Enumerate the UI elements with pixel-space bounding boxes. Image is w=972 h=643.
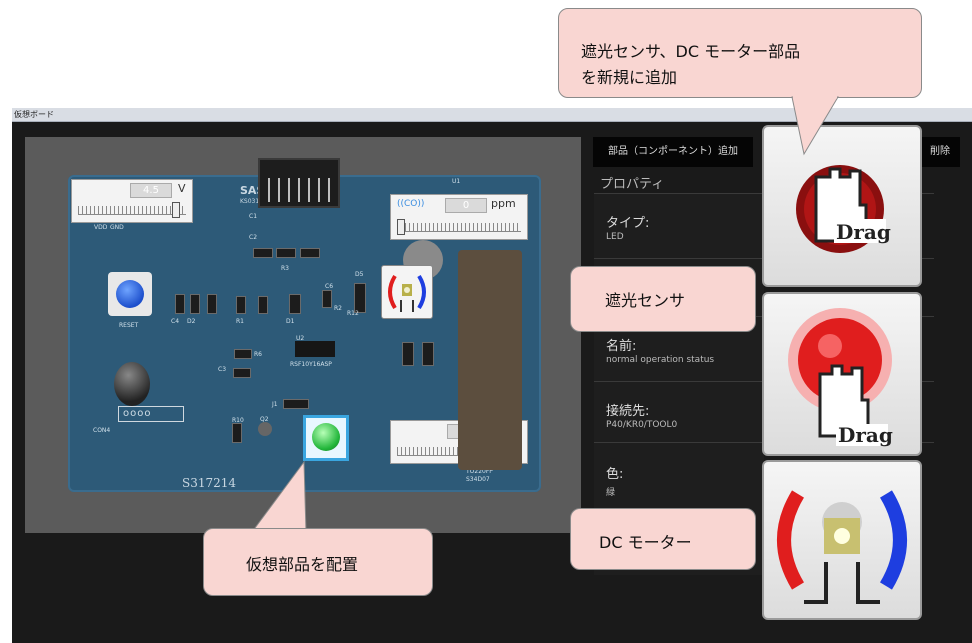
smd-part: [233, 368, 251, 378]
label-r12: R12: [347, 310, 359, 317]
label-j1: J1: [272, 401, 278, 408]
prop-value[interactable]: LED: [606, 232, 624, 242]
smd-part: [322, 290, 332, 308]
smd-part: [258, 296, 268, 314]
smd-part: [276, 248, 296, 258]
label-r2: R2: [334, 305, 342, 312]
co-slider-thumb[interactable]: [397, 219, 405, 235]
vdd-value[interactable]: 4.5: [130, 183, 172, 198]
label-s34d07: S34D07: [466, 476, 490, 483]
label-gnd: GND: [110, 224, 124, 231]
pin-header-connector: [258, 158, 340, 208]
label-r1: R1: [236, 318, 244, 325]
label-reset: RESET: [119, 322, 139, 329]
vdd-unit: V: [178, 182, 186, 195]
co-badge: ((CO)): [397, 199, 425, 209]
vdd-voltage-slider[interactable]: 4.5 V: [71, 179, 193, 223]
label-c2: C2: [249, 234, 258, 241]
label-c4: C4: [171, 318, 180, 325]
jumper-j1: [283, 399, 309, 409]
vdd-slider-track[interactable]: [78, 206, 186, 215]
smd-part: [289, 294, 301, 314]
dc-motor-icon: [777, 490, 907, 604]
prop-label: 接続先:: [606, 404, 650, 419]
label-d1: D1: [286, 318, 295, 325]
prop-label: 色:: [606, 467, 624, 482]
led-green-light[interactable]: [312, 423, 340, 451]
smd-part: [354, 283, 366, 313]
red-button-drag-icon: Drag: [788, 308, 893, 447]
smd-part: [232, 423, 242, 443]
co-unit: ppm: [491, 197, 516, 210]
prop-value[interactable]: P40/KR0/TOOL0: [606, 420, 677, 430]
drag-tile-light-sensor[interactable]: Drag: [762, 292, 922, 456]
label-r6: R6: [254, 351, 262, 358]
dc-motor-icon: [388, 274, 426, 312]
delete-button[interactable]: 削除: [920, 137, 960, 167]
label-c6: C6: [325, 283, 334, 290]
smd-part: [300, 248, 320, 258]
reset-button[interactable]: [116, 280, 144, 308]
smd-part: [422, 342, 434, 366]
transistor-q2: [258, 422, 272, 436]
label-vdd: VDD: [94, 224, 108, 231]
prop-label: タイプ:: [606, 216, 650, 231]
callout-pointer: [251, 460, 307, 533]
drag-tile-dc-motor[interactable]: [762, 460, 922, 620]
label-c3: C3: [218, 366, 227, 373]
label-q2: Q2: [260, 416, 269, 423]
co-sensor-slider[interactable]: ((CO)) 0 ppm: [390, 194, 528, 240]
drag-label: Drag: [838, 423, 893, 447]
prop-value[interactable]: 緑: [606, 485, 615, 498]
label-u1: U1: [452, 178, 461, 185]
properties-title: プロパティ: [600, 177, 665, 192]
large-capacitor: [458, 250, 522, 470]
electrolytic-capacitor: [114, 362, 150, 406]
callout-place-components: 仮想部品を配置: [203, 528, 433, 596]
vdd-slider-thumb[interactable]: [172, 202, 180, 218]
callout-light-sensor: 遮光センサ: [570, 266, 756, 332]
callout-new-components: 遮光センサ、DC モーター部品 を新規に追加: [558, 8, 922, 98]
label-con4: CON4: [93, 427, 111, 434]
smd-part: [234, 349, 252, 359]
label-ic: RSF10Y16ASP: [290, 361, 332, 368]
ic-chip: [295, 341, 335, 357]
drag-label: Drag: [836, 220, 891, 244]
placed-dc-motor[interactable]: [381, 265, 433, 319]
smd-part: [175, 294, 185, 314]
label-c1: C1: [249, 213, 258, 220]
con4-connector: oooo: [118, 406, 184, 422]
callout-dc-motor: DC モーター: [570, 508, 756, 570]
smd-part: [402, 342, 414, 366]
smd-part: [253, 248, 273, 258]
smd-part: [190, 294, 200, 314]
smd-part: [236, 296, 246, 314]
label-d5: D5: [355, 271, 364, 278]
add-component-button[interactable]: 部品（コンポーネント）追加: [593, 137, 753, 167]
smd-part: [207, 294, 217, 314]
callout-pointer: [791, 96, 839, 156]
co-slider-track[interactable]: [397, 223, 521, 232]
co-value[interactable]: 0: [445, 198, 487, 213]
label-d2: D2: [187, 318, 196, 325]
prop-value[interactable]: normal operation status: [606, 355, 714, 365]
label-r10: R10: [232, 417, 244, 424]
prop-label: 名前:: [606, 339, 637, 354]
label-r3: R3: [281, 265, 289, 272]
